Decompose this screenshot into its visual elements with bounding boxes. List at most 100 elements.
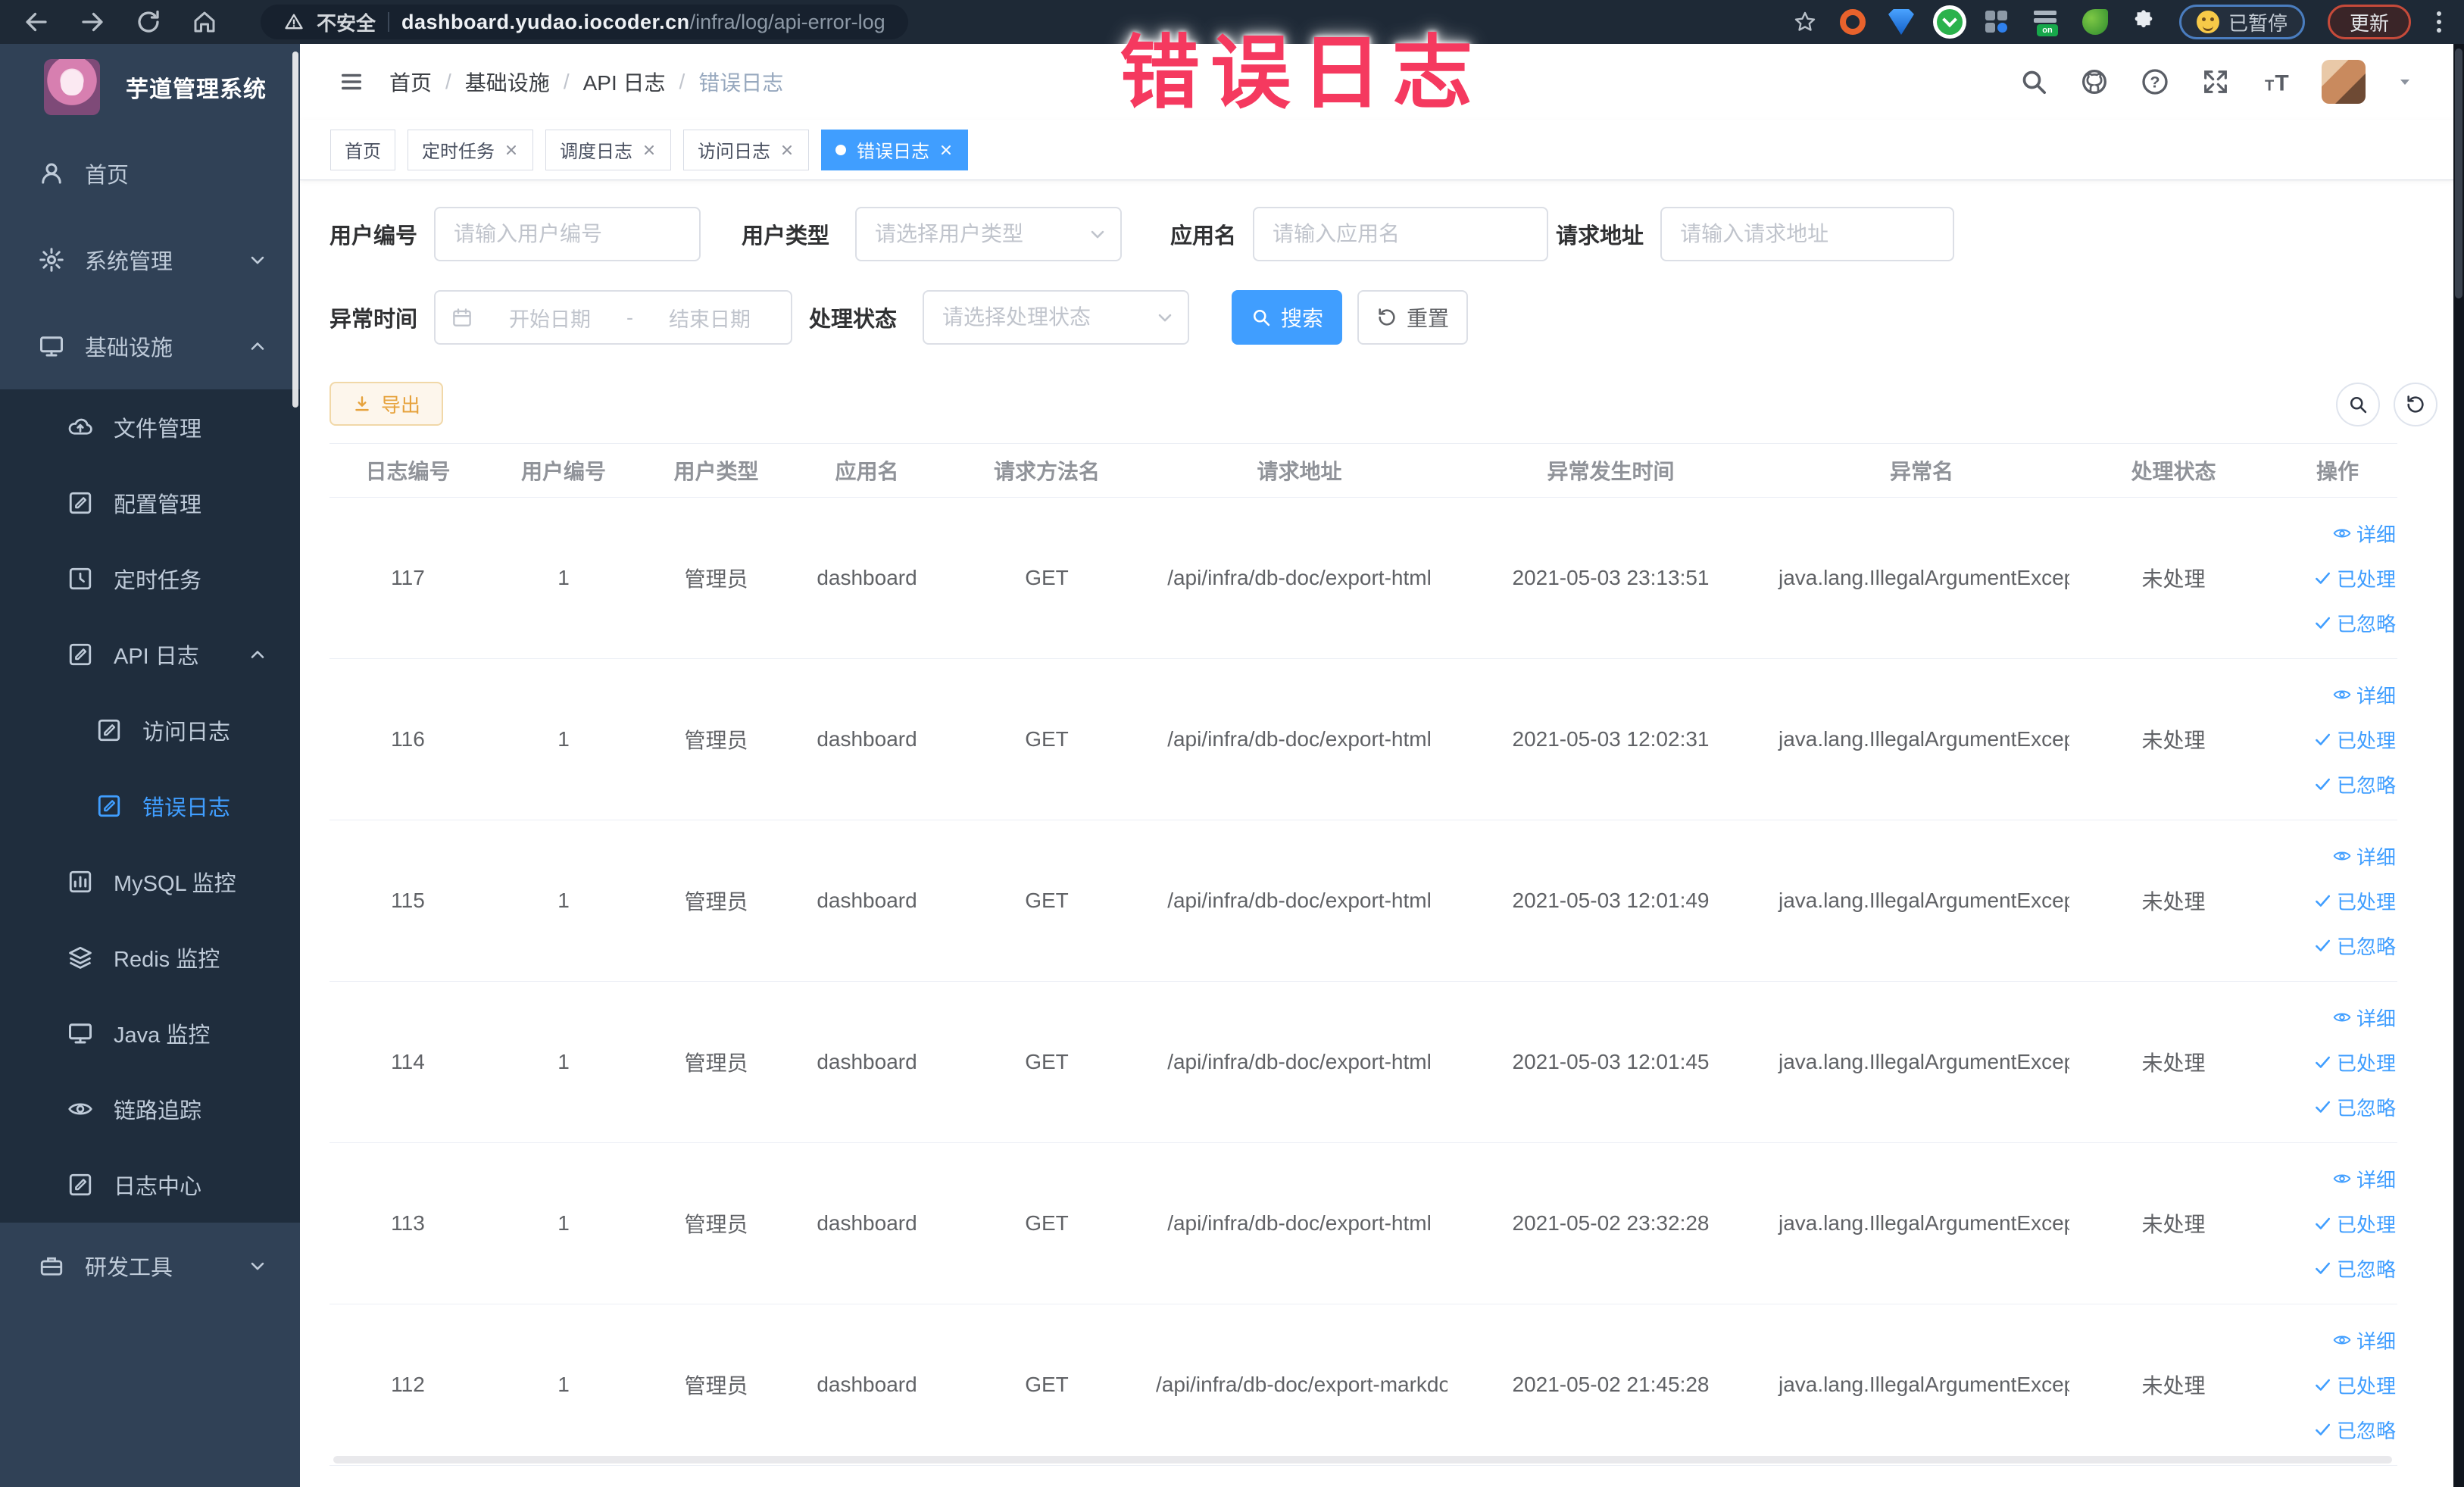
action-ignored[interactable]: 已忽略 — [2313, 1093, 2396, 1121]
header-search-icon[interactable] — [2019, 67, 2049, 97]
sidebar-item-system[interactable]: 系统管理 — [0, 217, 300, 303]
sidebar-scrollbar[interactable] — [292, 52, 298, 408]
extension-grid-icon[interactable] — [1985, 9, 2011, 35]
action-ignored[interactable]: 已忽略 — [2313, 1254, 2396, 1282]
extension-shield-icon[interactable] — [1888, 9, 1914, 35]
sidebar-item-log-center[interactable]: 日志中心 — [0, 1147, 300, 1223]
chevron-up-icon — [247, 336, 268, 357]
close-icon[interactable] — [938, 142, 954, 158]
hamburger-icon[interactable] — [336, 69, 367, 95]
action-processed[interactable]: 已处理 — [2313, 887, 2396, 915]
sidebar-item-api-log[interactable]: API 日志 — [0, 617, 300, 692]
sidebar-item-java[interactable]: Java 监控 — [0, 995, 300, 1071]
action-ignored[interactable]: 已忽略 — [2313, 1416, 2396, 1444]
action-processed[interactable]: 已处理 — [2313, 564, 2396, 592]
action-processed[interactable]: 已处理 — [2313, 1371, 2396, 1399]
sidebar-item-dev-tools[interactable]: 研发工具 — [0, 1223, 300, 1309]
sidebar-item-config[interactable]: 配置管理 — [0, 465, 300, 541]
check-icon — [2313, 613, 2332, 633]
app-logo-row[interactable]: 芋道管理系统 — [0, 44, 300, 130]
close-icon[interactable] — [779, 142, 795, 158]
action-processed[interactable]: 已处理 — [2313, 726, 2396, 754]
table-row: 112 1 管理员 dashboard GET /api/infra/db-do… — [329, 1304, 2397, 1466]
profile-paused-button[interactable]: 已暂停 — [2178, 5, 2305, 39]
page-scrollbar[interactable] — [2453, 44, 2464, 1487]
toggle-search-button[interactable] — [2336, 383, 2380, 426]
tab-home[interactable]: 首页 — [330, 129, 395, 170]
sidebar-item-job[interactable]: 定时任务 — [0, 541, 300, 617]
address-bar[interactable]: 不安全 dashboard.yudao.iocoder.cn/infra/log… — [261, 5, 908, 39]
calendar-icon — [451, 306, 473, 329]
action-detail[interactable]: 详细 — [2332, 1004, 2396, 1032]
extension-switch-icon[interactable]: on — [2033, 9, 2060, 36]
browser-forward-icon[interactable] — [79, 8, 106, 36]
chart-icon — [67, 868, 94, 895]
app-name-input[interactable] — [1253, 207, 1549, 261]
browser-update-button[interactable]: 更新 — [2327, 5, 2411, 39]
extension-green-check-icon[interactable] — [1936, 9, 1963, 35]
horizontal-scrollbar[interactable] — [333, 1456, 2392, 1464]
sidebar-item-trace[interactable]: 链路追踪 — [0, 1071, 300, 1147]
action-detail[interactable]: 详细 — [2332, 681, 2396, 709]
browser-home-icon[interactable] — [191, 8, 218, 36]
end-date-placeholder: 结束日期 — [669, 308, 751, 331]
avatar[interactable] — [2322, 60, 2366, 104]
sidebar-item-error-log[interactable]: 错误日志 — [0, 768, 300, 844]
tags-view-bar: 首页 定时任务 调度日志 访问日志 错误日志 — [300, 120, 2453, 180]
fullscreen-icon[interactable] — [2200, 67, 2231, 97]
action-detail[interactable]: 详细 — [2332, 842, 2396, 870]
check-icon — [2313, 936, 2332, 955]
check-icon — [2313, 774, 2332, 794]
extension-orange-icon[interactable] — [1839, 9, 1866, 35]
tab-job-log[interactable]: 调度日志 — [545, 129, 671, 170]
bookmark-star-icon[interactable] — [1793, 10, 1817, 34]
annotation-overlay-text: 错误日志 — [1120, 29, 1483, 118]
check-icon — [2313, 1097, 2332, 1117]
sidebar-item-access-log[interactable]: 访问日志 — [0, 692, 300, 768]
help-icon[interactable] — [2140, 67, 2170, 97]
action-ignored[interactable]: 已忽略 — [2313, 932, 2396, 960]
action-detail[interactable]: 详细 — [2332, 1326, 2396, 1354]
process-status-select[interactable] — [923, 290, 1190, 345]
sidebar-item-file[interactable]: 文件管理 — [0, 389, 300, 465]
action-detail[interactable]: 详细 — [2332, 520, 2396, 548]
browser-menu-icon[interactable] — [2434, 8, 2444, 36]
search-button[interactable]: 搜索 — [1232, 290, 1343, 345]
tab-access-log[interactable]: 访问日志 — [683, 129, 809, 170]
sidebar-item-redis[interactable]: Redis 监控 — [0, 920, 300, 995]
github-icon[interactable] — [2079, 67, 2110, 97]
breadcrumb-home[interactable]: 首页 — [389, 67, 432, 97]
tab-error-log[interactable]: 错误日志 — [821, 129, 968, 170]
browser-reload-icon[interactable] — [135, 8, 162, 36]
action-processed[interactable]: 已处理 — [2313, 1048, 2396, 1076]
export-button[interactable]: 导出 — [329, 382, 444, 426]
request-url-input[interactable] — [1660, 207, 1955, 261]
infra-submenu: 文件管理 配置管理 定时任务 API 日志 访问日志 错误日志 MySQL 监控 — [0, 389, 300, 1223]
action-detail[interactable]: 详细 — [2332, 1165, 2396, 1193]
browser-back-icon[interactable] — [23, 8, 50, 36]
close-icon[interactable] — [642, 142, 657, 158]
exception-time-range-picker[interactable]: 开始日期 - 结束日期 — [434, 290, 793, 345]
tab-job[interactable]: 定时任务 — [408, 129, 533, 170]
action-ignored[interactable]: 已忽略 — [2313, 770, 2396, 798]
sidebar-item-home[interactable]: 首页 — [0, 130, 300, 217]
reset-button[interactable]: 重置 — [1357, 290, 1469, 345]
extensions-puzzle-icon[interactable] — [2131, 9, 2156, 35]
check-icon — [2313, 1375, 2332, 1395]
refresh-table-button[interactable] — [2394, 383, 2437, 426]
close-icon[interactable] — [504, 142, 519, 158]
action-ignored[interactable]: 已忽略 — [2313, 609, 2396, 637]
edit-icon — [67, 489, 94, 517]
breadcrumb-infra[interactable]: 基础设施 — [465, 67, 550, 97]
sidebar-item-mysql[interactable]: MySQL 监控 — [0, 844, 300, 920]
action-processed[interactable]: 已处理 — [2313, 1210, 2396, 1238]
extension-leaf-icon[interactable] — [2081, 9, 2108, 35]
sidebar-item-infra[interactable]: 基础设施 — [0, 303, 300, 389]
eye-icon — [2332, 685, 2352, 704]
user-id-input[interactable] — [434, 207, 701, 261]
refresh-icon — [2405, 394, 2426, 415]
avatar-caret-down-icon[interactable] — [2396, 73, 2414, 91]
font-size-icon[interactable] — [2261, 67, 2291, 97]
user-type-select[interactable] — [855, 207, 1123, 261]
breadcrumb-api-log[interactable]: API 日志 — [583, 67, 666, 97]
